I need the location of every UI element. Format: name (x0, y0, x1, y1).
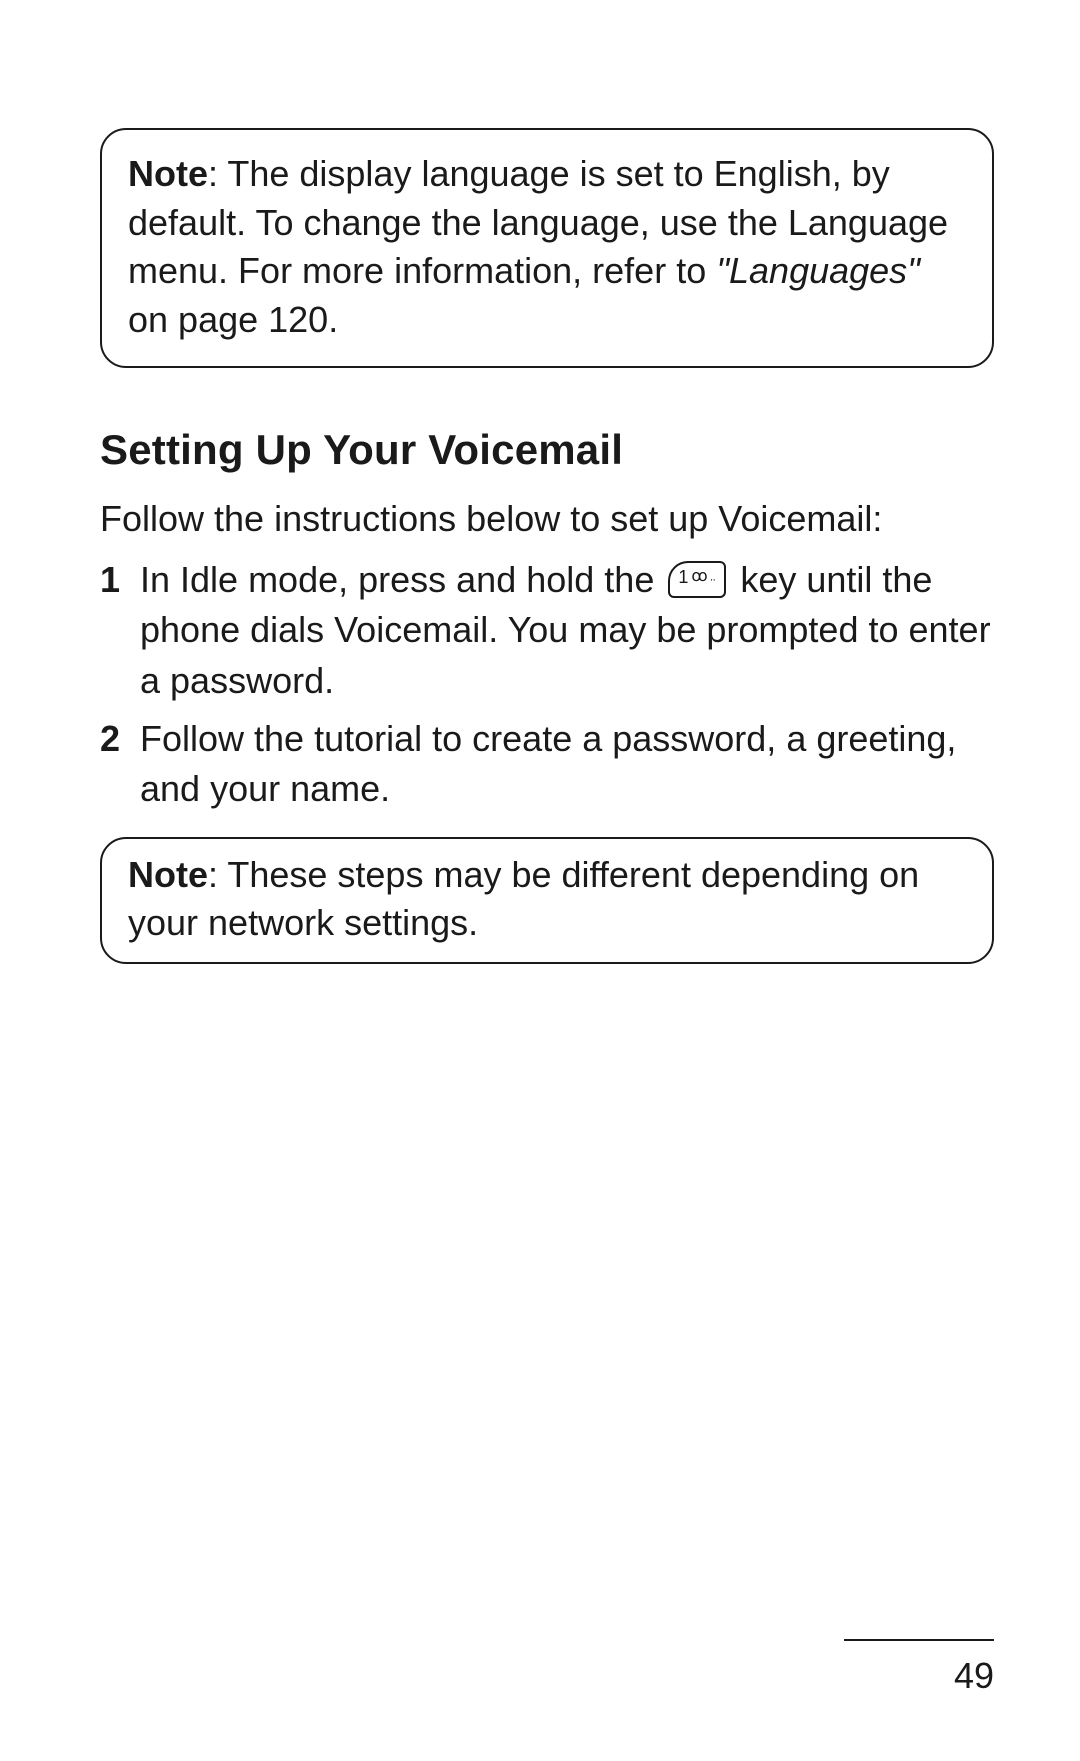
step-number: 2 (100, 714, 140, 815)
note-text: : These steps may be different depending… (128, 854, 919, 944)
note-label: Note (128, 153, 208, 194)
note-label: Note (128, 854, 208, 895)
step-body: In Idle mode, press and hold the 1ꝏ¨ key… (140, 555, 994, 706)
note-reference-italic: "Languages" (716, 250, 920, 291)
step-item: 2 Follow the tutorial to create a passwo… (100, 714, 994, 815)
document-page: Note: The display language is set to Eng… (0, 0, 1080, 1761)
step-text: Follow the tutorial to create a password… (140, 718, 956, 809)
section-intro: Follow the instructions below to set up … (100, 494, 994, 544)
step-text-pre: In Idle mode, press and hold the (140, 559, 664, 600)
page-footer: 49 (844, 1639, 994, 1697)
page-number: 49 (844, 1655, 994, 1697)
section-heading: Setting Up Your Voicemail (100, 426, 994, 474)
step-body: Follow the tutorial to create a password… (140, 714, 994, 815)
footer-rule (844, 1639, 994, 1641)
note-box-network: Note: These steps may be different depen… (100, 837, 994, 964)
note-text-part2: on page 120. (128, 299, 338, 340)
step-item: 1 In Idle mode, press and hold the 1ꝏ¨ k… (100, 555, 994, 706)
step-list: 1 In Idle mode, press and hold the 1ꝏ¨ k… (100, 555, 994, 815)
step-number: 1 (100, 555, 140, 706)
note-box-language: Note: The display language is set to Eng… (100, 128, 994, 368)
voicemail-key-icon: 1ꝏ¨ (668, 561, 726, 598)
